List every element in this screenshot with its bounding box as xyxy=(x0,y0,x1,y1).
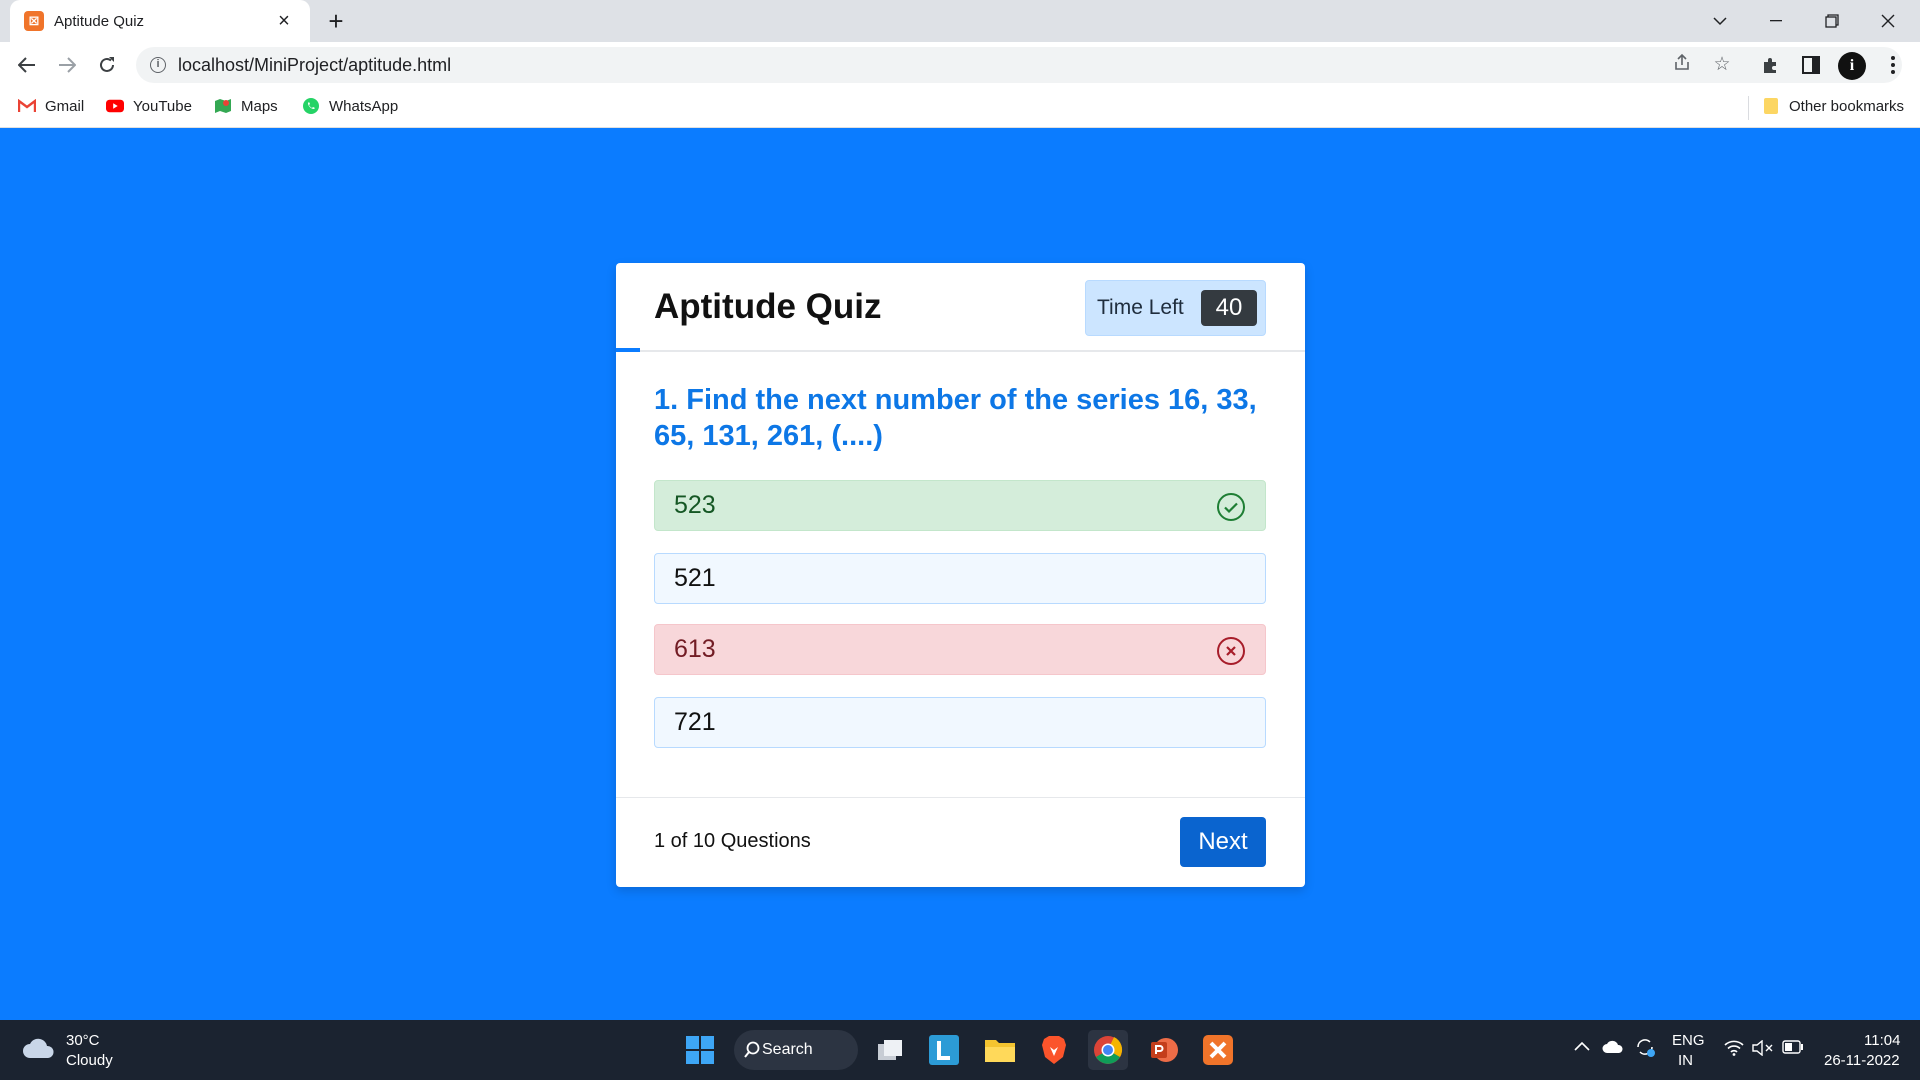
file-explorer-icon[interactable] xyxy=(980,1030,1020,1070)
site-info-icon[interactable]: i xyxy=(150,57,166,73)
next-button[interactable]: Next xyxy=(1180,817,1266,867)
tab-title: Aptitude Quiz xyxy=(54,12,145,30)
restore-button[interactable] xyxy=(1804,0,1860,42)
taskbar-search[interactable]: Search xyxy=(734,1030,858,1070)
quiz-card: Aptitude Quiz Time Left 40 1. Find the n… xyxy=(616,263,1305,887)
quiz-header: Aptitude Quiz Time Left 40 xyxy=(616,263,1305,352)
show-hidden-icons-chevron[interactable] xyxy=(1574,1038,1590,1055)
chrome-icon[interactable] xyxy=(1088,1030,1128,1070)
wifi-icon[interactable] xyxy=(1724,1040,1744,1060)
option-2[interactable]: 521 xyxy=(654,553,1266,604)
chrome-menu-icon[interactable] xyxy=(1878,50,1908,80)
powerpoint-icon[interactable] xyxy=(1144,1030,1184,1070)
timer-label: Time Left xyxy=(1097,296,1184,319)
search-icon xyxy=(744,1041,760,1058)
question-counter: 1 of 10 Questions xyxy=(654,830,811,852)
browser-tab-strip: ⊠ Aptitude Quiz × + xyxy=(0,0,1920,42)
bookmark-label: Maps xyxy=(241,97,278,115)
sync-icon[interactable] xyxy=(1634,1036,1656,1062)
share-icon[interactable] xyxy=(1670,53,1694,77)
minimize-button[interactable] xyxy=(1748,0,1804,42)
bookmark-label: WhatsApp xyxy=(329,97,399,115)
youtube-icon xyxy=(106,97,124,115)
battery-icon[interactable] xyxy=(1782,1040,1804,1058)
tab-search-chevron-icon[interactable] xyxy=(1692,0,1748,42)
reload-button[interactable] xyxy=(92,50,122,80)
profile-avatar[interactable]: i xyxy=(1838,52,1866,80)
browser-toolbar: i localhost/MiniProject/aptitude.html ☆ … xyxy=(0,42,1920,88)
other-bookmarks-label: Other bookmarks xyxy=(1789,97,1905,115)
clock-date[interactable]: 26-11-2022 xyxy=(1824,1052,1900,1069)
clock-time[interactable]: 11:04 xyxy=(1864,1032,1900,1049)
folder-icon xyxy=(1762,97,1780,115)
xampp-icon[interactable] xyxy=(1198,1030,1238,1070)
bookmarks-separator xyxy=(1748,96,1749,120)
bookmarks-bar: Gmail YouTube Maps WhatsApp Other bookma… xyxy=(0,88,1920,128)
bookmark-label: YouTube xyxy=(133,97,192,115)
option-text: 523 xyxy=(674,491,716,519)
back-button[interactable] xyxy=(12,50,42,80)
bookmark-label: Gmail xyxy=(45,97,85,115)
close-window-button[interactable] xyxy=(1860,0,1916,42)
side-panel-icon[interactable] xyxy=(1796,50,1826,80)
forward-button[interactable] xyxy=(52,50,82,80)
option-4[interactable]: 721 xyxy=(654,697,1266,748)
address-bar[interactable]: i localhost/MiniProject/aptitude.html ☆ xyxy=(136,47,1902,83)
option-3[interactable]: 613 xyxy=(654,624,1266,675)
quiz-title: Aptitude Quiz xyxy=(654,287,882,326)
question-text: 1. Find the next number of the series 16… xyxy=(654,384,1257,452)
time-progress-line xyxy=(616,348,640,352)
cloud-weather-icon[interactable] xyxy=(22,1036,56,1060)
bookmark-whatsapp[interactable]: WhatsApp xyxy=(302,97,398,115)
xampp-favicon-icon: ⊠ xyxy=(24,11,44,31)
wrong-cross-icon xyxy=(1217,637,1245,665)
task-view-icon[interactable] xyxy=(870,1030,910,1070)
bookmark-youtube[interactable]: YouTube xyxy=(106,97,192,115)
l-app-icon[interactable] xyxy=(924,1030,964,1070)
option-text: 721 xyxy=(674,708,716,736)
correct-check-icon xyxy=(1217,493,1245,521)
speaker-muted-icon[interactable] xyxy=(1752,1039,1774,1060)
new-tab-button[interactable]: + xyxy=(322,7,350,35)
bookmark-maps[interactable]: Maps xyxy=(214,97,278,115)
search-label: Search xyxy=(762,1041,813,1058)
option-1[interactable]: 523 xyxy=(654,480,1266,531)
close-tab-icon[interactable]: × xyxy=(272,10,296,33)
onedrive-cloud-icon[interactable] xyxy=(1602,1040,1624,1058)
language-region[interactable]: IN xyxy=(1678,1052,1693,1069)
start-windows-icon[interactable] xyxy=(680,1030,720,1070)
url-text[interactable]: localhost/MiniProject/aptitude.html xyxy=(178,55,451,76)
weather-temperature[interactable]: 30°C xyxy=(66,1032,100,1049)
weather-condition[interactable]: Cloudy xyxy=(66,1052,113,1069)
option-text: 613 xyxy=(674,635,716,663)
maps-icon xyxy=(214,97,232,115)
language-code[interactable]: ENG xyxy=(1672,1032,1705,1049)
quiz-footer: 1 of 10 Questions Next xyxy=(616,797,1305,887)
extensions-puzzle-icon[interactable] xyxy=(1756,50,1786,80)
bookmark-gmail[interactable]: Gmail xyxy=(18,97,84,115)
brave-browser-icon[interactable] xyxy=(1034,1030,1074,1070)
gmail-icon xyxy=(18,97,36,115)
timer-value: 40 xyxy=(1201,290,1257,326)
other-bookmarks[interactable]: Other bookmarks xyxy=(1762,97,1904,115)
browser-tab[interactable]: ⊠ Aptitude Quiz × xyxy=(10,0,310,42)
timer-box: Time Left 40 xyxy=(1085,280,1266,336)
whatsapp-icon xyxy=(302,97,320,115)
windows-taskbar: 30°C Cloudy Search ENG IN 11:04 26-11-20… xyxy=(0,1020,1920,1080)
option-text: 521 xyxy=(674,564,716,592)
bookmark-star-icon[interactable]: ☆ xyxy=(1710,53,1734,77)
